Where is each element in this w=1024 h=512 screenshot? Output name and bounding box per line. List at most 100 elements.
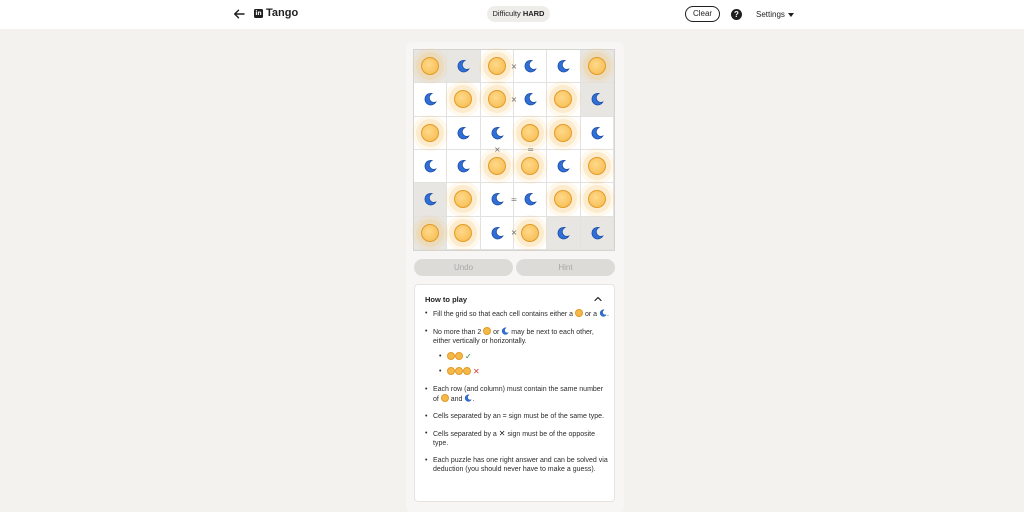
sun-icon — [587, 57, 606, 76]
sun-icon — [421, 57, 440, 76]
sun-icon — [463, 367, 471, 375]
board-cell[interactable] — [480, 183, 514, 217]
cross-icon: ✕ — [472, 367, 480, 376]
board-cell[interactable] — [547, 183, 581, 217]
board-cell[interactable] — [514, 150, 548, 184]
board-cell[interactable] — [580, 150, 614, 184]
board-cell[interactable] — [547, 150, 581, 184]
moon-icon — [524, 193, 537, 206]
sun-icon — [483, 327, 492, 335]
example-list: ✓ ✕ — [439, 352, 610, 377]
sun-icon — [454, 190, 473, 209]
difficulty-value: HARD — [522, 9, 545, 18]
board-cell[interactable] — [514, 50, 548, 84]
board-cell — [414, 183, 448, 217]
sun-icon — [587, 190, 606, 209]
board-cell[interactable] — [514, 83, 548, 117]
rule-item: No more than 2 or may be next to each ot… — [425, 327, 610, 377]
linkedin-logo-icon: in — [254, 8, 263, 18]
rule-item: Cells separated by a ✕ sign must be of t… — [425, 429, 610, 448]
board-cell[interactable] — [480, 83, 514, 117]
board-cell[interactable] — [547, 83, 581, 117]
moon-icon — [458, 160, 471, 173]
board-cell[interactable] — [447, 83, 481, 117]
clear-button[interactable]: Clear — [685, 6, 720, 22]
how-to-play-panel: How to play Fill the grid so that each c… — [414, 284, 615, 502]
moon-icon — [599, 309, 607, 317]
board-cell[interactable] — [447, 183, 481, 217]
cross-constraint-icon: × — [510, 228, 518, 238]
moon-icon — [591, 226, 604, 240]
moon-icon — [491, 126, 504, 140]
settings-label: Settings — [756, 10, 785, 19]
board-cell — [414, 50, 448, 84]
sun-icon — [521, 157, 540, 176]
sun-icon — [454, 223, 473, 242]
board-cell — [580, 216, 614, 250]
cross-constraint-icon: × — [510, 95, 518, 104]
game-title: Tango — [266, 7, 299, 19]
board-cell[interactable] — [514, 183, 548, 217]
board-cell — [580, 83, 614, 117]
settings-menu[interactable]: Settings — [756, 10, 794, 19]
brand: in Tango — [254, 7, 298, 19]
sun-icon — [575, 309, 584, 317]
board-cell — [547, 216, 581, 250]
board-cell[interactable] — [580, 183, 614, 217]
tango-board: × × × = = × — [413, 49, 615, 251]
chevron-up-icon[interactable] — [593, 294, 603, 304]
board-cell[interactable] — [414, 83, 448, 117]
top-bar: in Tango Difficulty HARD Clear ? Setting… — [0, 0, 1024, 29]
cross-constraint-icon: × — [510, 61, 518, 71]
question-icon[interactable]: ? — [731, 9, 742, 20]
equal-constraint-icon: = — [527, 145, 534, 154]
moon-icon — [502, 327, 510, 335]
rules-list: Fill the grid so that each cell contains… — [425, 309, 610, 482]
sun-icon — [487, 157, 506, 176]
board-cell[interactable] — [447, 150, 481, 184]
board-cell[interactable] — [447, 216, 481, 250]
moon-icon — [524, 93, 537, 106]
sun-icon — [447, 352, 455, 360]
board-cell — [580, 50, 614, 84]
moon-icon — [491, 193, 504, 206]
moon-icon — [558, 160, 571, 173]
how-to-play-title: How to play — [425, 295, 468, 304]
board-cell[interactable] — [414, 116, 448, 150]
sun-icon — [454, 90, 473, 109]
board-cell[interactable] — [514, 216, 548, 250]
board-cell[interactable] — [447, 116, 481, 150]
example-valid: ✓ — [439, 352, 610, 362]
rule-item: Fill the grid so that each cell contains… — [425, 309, 610, 319]
sun-icon — [421, 223, 440, 242]
undo-button[interactable]: Undo — [414, 259, 513, 276]
sun-icon — [487, 57, 506, 76]
sun-icon — [554, 90, 573, 109]
example-invalid: ✕ — [439, 367, 610, 377]
sun-icon — [587, 157, 606, 176]
sun-icon — [447, 367, 455, 375]
hint-button[interactable]: Hint — [516, 259, 615, 276]
sun-icon — [554, 123, 573, 142]
board-cell[interactable] — [480, 216, 514, 250]
board-cell[interactable] — [414, 150, 448, 184]
moon-icon — [591, 126, 604, 140]
board-cell[interactable] — [580, 116, 614, 150]
moon-icon — [424, 193, 437, 206]
board-cell — [447, 50, 481, 84]
board-cell[interactable] — [480, 150, 514, 184]
moon-icon — [424, 93, 437, 106]
sun-icon — [521, 123, 540, 142]
board-cell[interactable] — [480, 50, 514, 84]
moon-icon — [558, 226, 571, 240]
sun-icon — [455, 367, 463, 375]
difficulty-badge: Difficulty HARD — [487, 6, 550, 22]
sun-icon — [554, 190, 573, 209]
rule-item: Each puzzle has one right answer and can… — [425, 456, 610, 474]
board-cell[interactable] — [547, 116, 581, 150]
moon-icon — [591, 93, 604, 106]
arrow-left-icon[interactable] — [232, 7, 246, 21]
moon-icon — [458, 126, 471, 140]
sun-icon — [421, 123, 440, 142]
board-cell[interactable] — [547, 50, 581, 84]
